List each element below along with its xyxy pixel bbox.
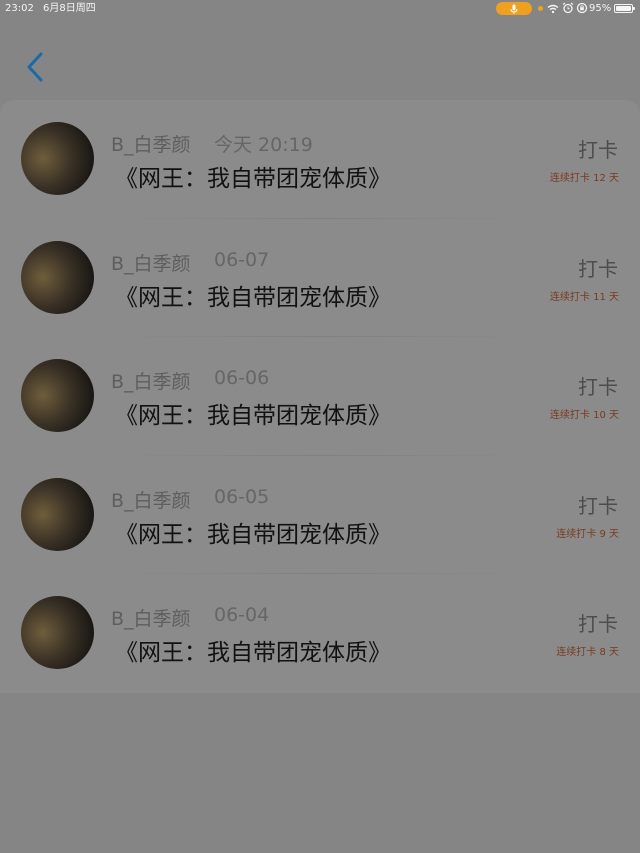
battery-percentage: 95% <box>589 3 612 14</box>
avatar[interactable] <box>21 122 94 195</box>
list-item[interactable]: B_白季颜 06-06 《网王：我自带团宠体质》 打卡 连续打卡 10 天 <box>0 337 640 456</box>
streak-text: 连续打卡 9 天 <box>556 528 619 540</box>
username[interactable]: B_白季颜 <box>111 130 191 157</box>
battery-icon <box>614 4 635 13</box>
post-time: 今天 20:19 <box>214 134 313 156</box>
recording-dot-icon <box>538 6 543 11</box>
post-time: 06-06 <box>214 367 270 390</box>
username[interactable]: B_白季颜 <box>111 604 191 631</box>
screen: 23:02 6月8日周四 95% B_白季颜 今天 20:19 《网王：我自带团… <box>0 0 640 853</box>
list-item[interactable]: B_白季颜 今天 20:19 《网王：我自带团宠体质》 打卡 连续打卡 12 天 <box>0 100 640 219</box>
checkin-button[interactable]: 打卡 <box>578 371 618 400</box>
checkin-button[interactable]: 打卡 <box>578 490 618 519</box>
navigation-bar <box>0 17 640 100</box>
back-button[interactable] <box>18 45 52 89</box>
status-date: 6月8日周四 <box>43 3 96 14</box>
checkin-button[interactable]: 打卡 <box>578 253 618 282</box>
streak-text: 连续打卡 8 天 <box>556 647 619 659</box>
checkin-button[interactable]: 打卡 <box>578 134 618 163</box>
list-item[interactable]: B_白季颜 06-04 《网王：我自带团宠体质》 打卡 连续打卡 8 天 <box>0 574 640 693</box>
post-time: 06-05 <box>214 485 270 508</box>
username[interactable]: B_白季颜 <box>111 367 191 394</box>
book-title[interactable]: 《网王：我自带团宠体质》 <box>115 396 391 430</box>
book-title[interactable]: 《网王：我自带团宠体质》 <box>115 159 391 193</box>
microphone-icon[interactable] <box>496 2 532 15</box>
checkin-list: B_白季颜 今天 20:19 《网王：我自带团宠体质》 打卡 连续打卡 12 天… <box>0 100 640 693</box>
list-item[interactable]: B_白季颜 06-07 《网王：我自带团宠体质》 打卡 连续打卡 11 天 <box>0 219 640 338</box>
streak-text: 连续打卡 10 天 <box>549 410 619 422</box>
chevron-left-icon <box>27 52 43 82</box>
streak-text: 连续打卡 12 天 <box>549 173 619 184</box>
avatar[interactable] <box>21 596 94 670</box>
post-time: 06-07 <box>214 248 270 271</box>
status-time: 23:02 <box>5 3 34 14</box>
book-title[interactable]: 《网王：我自带团宠体质》 <box>115 515 391 549</box>
book-title[interactable]: 《网王：我自带团宠体质》 <box>115 633 391 667</box>
username[interactable]: B_白季颜 <box>111 249 191 276</box>
streak-text: 连续打卡 11 天 <box>549 291 619 303</box>
avatar[interactable] <box>21 240 94 314</box>
avatar[interactable] <box>21 477 94 551</box>
checkin-button[interactable]: 打卡 <box>578 608 618 637</box>
avatar[interactable] <box>21 359 94 433</box>
post-time: 06-04 <box>214 604 270 627</box>
list-item[interactable]: B_白季颜 06-05 《网王：我自带团宠体质》 打卡 连续打卡 9 天 <box>0 456 640 575</box>
book-title[interactable]: 《网王：我自带团宠体质》 <box>115 278 391 312</box>
username[interactable]: B_白季颜 <box>111 486 191 513</box>
status-bar: 23:02 6月8日周四 95% <box>0 0 640 17</box>
